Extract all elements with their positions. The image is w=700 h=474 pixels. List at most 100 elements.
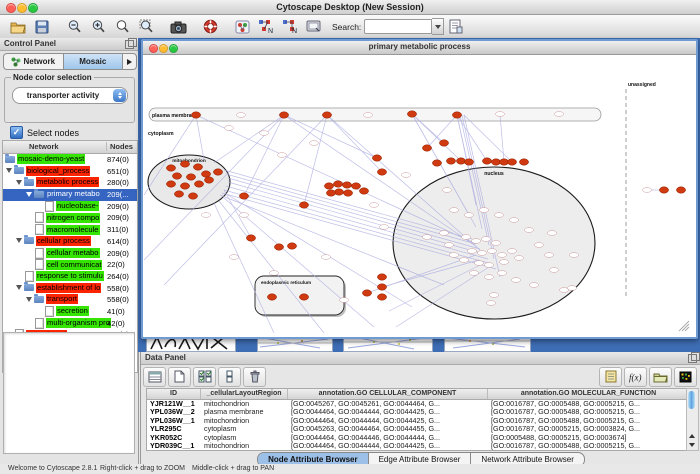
table-row[interactable]: YJR121W__1mitochondrion[GO:0045267, GO:0… — [147, 400, 690, 408]
attribute-matrix-button[interactable] — [674, 367, 697, 387]
network-canvas[interactable]: plasma membranecytoplasmnucleusmitochond… — [144, 55, 691, 333]
disclosure-triangle-icon[interactable] — [26, 192, 32, 197]
search-input[interactable] — [364, 19, 432, 34]
tree-row-node-count: 42(0) — [107, 319, 125, 328]
gene-node — [342, 182, 351, 188]
tree-row[interactable]: macromolecule311(0) — [3, 224, 137, 236]
edit-network-2-icon: N — [282, 19, 298, 34]
column-header[interactable]: annotation.GO MOLECULAR_FUNCTION — [488, 389, 690, 399]
save-session-button[interactable] — [31, 17, 53, 36]
gene-node — [676, 187, 685, 193]
disclosure-triangle-icon[interactable] — [26, 297, 32, 302]
tab-mosaic[interactable]: Mosaic — [64, 54, 124, 69]
tree-row-label: nitrogen compo — [46, 213, 100, 223]
tree-row[interactable]: metabolic process280(0) — [3, 177, 137, 189]
zoom-selected-button[interactable] — [111, 17, 133, 36]
birdseye-view[interactable] — [3, 332, 135, 454]
gene-node — [186, 174, 195, 180]
tree-row[interactable]: mosaic-demo-yeast874(0) — [3, 154, 137, 166]
search-dropdown-button[interactable] — [432, 18, 444, 35]
tree-row[interactable]: cell communicat22(0) — [3, 259, 137, 271]
tree-row-node-count: 558(0) — [107, 284, 129, 293]
table-mode-button[interactable] — [143, 367, 166, 387]
data-panel: Data Panel f(x) ID_cellularLayoutRegiona… — [140, 352, 700, 464]
delete-attribute-button[interactable] — [243, 367, 266, 387]
zoom-in-button[interactable] — [87, 17, 109, 36]
scroll-up-button[interactable] — [687, 431, 696, 440]
help-button[interactable] — [199, 17, 221, 36]
tree-row-label: primary metabo — [46, 189, 101, 199]
table-row[interactable]: YPL036W__1mitochondrion[GO:0044464, GO:0… — [147, 417, 690, 425]
column-header[interactable]: annotation.GO CELLULAR_COMPONENT — [288, 389, 488, 399]
import-attributes-button[interactable] — [649, 367, 672, 387]
tab-network[interactable]: Network — [4, 54, 64, 69]
tree-header[interactable]: Network Nodes — [3, 141, 137, 154]
more-tabs-button[interactable] — [123, 54, 136, 69]
float-panel-icon[interactable] — [125, 40, 134, 49]
node-color-selection-group: Node color selection transporter activit… — [4, 77, 135, 123]
disclosure-triangle-icon[interactable] — [16, 180, 22, 185]
table-row[interactable]: YPL036W__2plasma membrane[GO:0044464, GO… — [147, 408, 690, 416]
open-session-button[interactable] — [7, 17, 29, 36]
tree-row[interactable]: primary metabo209(... — [3, 189, 137, 201]
tree-row[interactable]: establishment of lo558(0) — [3, 283, 137, 295]
disclosure-triangle-icon[interactable] — [6, 168, 12, 173]
table-row[interactable]: YKR052Ccytoplasm[GO:0044464, GO:0044446,… — [147, 434, 690, 442]
attribute-browser-button[interactable] — [445, 17, 467, 36]
cytoscape-app: Cytoscape Desktop (New Session) N N Sear… — [0, 0, 700, 474]
new-attribute-button[interactable] — [168, 367, 191, 387]
attribute-table[interactable]: ID_cellularLayoutRegionannotation.GO CEL… — [146, 388, 691, 451]
function-builder-button[interactable]: f(x) — [624, 367, 647, 387]
tree-row-label: metabolic process — [36, 177, 99, 187]
table-scrollbar[interactable] — [686, 388, 699, 451]
vizmapper-button[interactable] — [231, 17, 253, 36]
disclosure-triangle-icon[interactable] — [16, 238, 22, 243]
tree-row[interactable]: transport558(0) — [3, 294, 137, 306]
zoom-out-button[interactable] — [63, 17, 85, 36]
edit-network-2-button[interactable]: N — [279, 17, 301, 36]
main-toolbar: N N Search: — [0, 15, 700, 39]
control-panel-tabs: Network Mosaic — [3, 53, 137, 70]
network-window-titlebar[interactable]: primary metabolic process — [143, 41, 696, 55]
snapshot-button[interactable] — [167, 17, 189, 36]
dropdown-arrows-icon — [113, 89, 126, 102]
tab-network-label: Network — [23, 57, 55, 66]
column-header[interactable]: _cellularLayoutRegion — [201, 389, 288, 399]
float-panel-icon[interactable] — [688, 354, 697, 363]
resize-grip-icon[interactable] — [679, 321, 689, 331]
unselect-attributes-icon — [226, 370, 234, 383]
edit-network-button[interactable]: N — [255, 17, 277, 36]
table-mode-icon — [148, 371, 162, 383]
network-graph[interactable]: plasma membranecytoplasmnucleusmitochond… — [144, 55, 691, 333]
scrollbar-thumb[interactable] — [688, 391, 695, 409]
tree-row[interactable]: response to stimulu264(0) — [3, 271, 137, 283]
gene-node — [201, 171, 210, 177]
attribute-table-header[interactable]: ID_cellularLayoutRegionannotation.GO CEL… — [147, 389, 690, 400]
node-color-dropdown[interactable]: transporter activity — [12, 87, 128, 104]
table-row[interactable]: YLR295Ccytoplasm[GO:0045263, GO:0044464,… — [147, 425, 690, 433]
gene-node — [246, 235, 255, 241]
unselect-attributes-button[interactable] — [218, 367, 241, 387]
annotation-button[interactable] — [303, 17, 325, 36]
plasma-membrane-region[interactable] — [149, 108, 601, 121]
attribute-editor-button[interactable] — [599, 367, 622, 387]
folder-icon — [34, 296, 44, 303]
scroll-down-button[interactable] — [687, 440, 696, 449]
tree-row[interactable]: cellular process614(0) — [3, 236, 137, 248]
tree-row[interactable]: cellular metabo209(0) — [3, 248, 137, 260]
zoom-fit-button[interactable] — [135, 17, 157, 36]
select-nodes-checkbox[interactable]: ✓ — [10, 126, 23, 139]
table-cell: [GO:0045267, GO:0045261, GO:0044464, G..… — [288, 400, 488, 408]
column-header[interactable]: ID — [147, 389, 201, 399]
select-attributes-icon — [198, 370, 212, 383]
disclosure-triangle-icon[interactable] — [16, 285, 22, 290]
tree-row[interactable]: nitrogen compo209(0) — [3, 212, 137, 224]
tree-row[interactable]: multi-organism pro42(0) — [3, 318, 137, 330]
table-cell: mitochondrion — [201, 442, 288, 450]
tree-row[interactable]: secretion41(0) — [3, 306, 137, 318]
table-cell: [GO:0016787, GO:0005488, GO:0005215, G..… — [488, 417, 690, 425]
select-attributes-button[interactable] — [193, 367, 216, 387]
tree-row[interactable]: biological_process651(0) — [3, 166, 137, 178]
tree-row[interactable]: nucleobase-209(0) — [3, 201, 137, 213]
table-row[interactable]: YDR039C__1mitochondrion[GO:0044464, GO:0… — [147, 442, 690, 450]
